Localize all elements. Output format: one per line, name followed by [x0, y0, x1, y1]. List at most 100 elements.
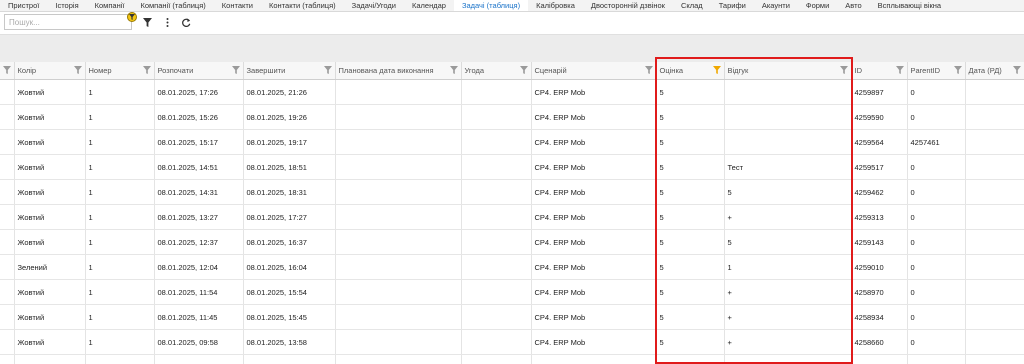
column-filter-icon[interactable] [712, 66, 721, 74]
table-cell [0, 204, 15, 230]
tab-12[interactable]: Тарифи [711, 0, 754, 11]
column-header[interactable]: Завершити [243, 62, 336, 80]
table-cell [965, 304, 1024, 330]
table-cell: 5 [656, 354, 725, 364]
tab-4[interactable]: Контакти [214, 0, 261, 11]
table-cell [0, 229, 15, 255]
tab-bar: Пристрої Історія Компанії Компанії (таблиця… [0, 0, 1024, 12]
table-cell: Жовтий [14, 279, 86, 305]
table-cell: 4259564 [851, 129, 908, 155]
column-header[interactable]: Угода [461, 62, 532, 80]
column-header-label: ID [854, 66, 863, 75]
tab-2[interactable]: Компанії [87, 0, 133, 11]
table-cell: 0 [907, 179, 966, 205]
table-cell: 1 [85, 329, 155, 355]
table-row[interactable]: Зелений 1 08.01.2025, 12:04 08.01.2025, 16:… [0, 254, 1024, 280]
table-cell: 08.01.2025, 18:31 [243, 179, 336, 205]
table-row[interactable]: Жовтий 1 08.01.2025, 15:17 08.01.2025, 19:1… [0, 129, 1024, 155]
column-filter-icon[interactable] [1012, 66, 1021, 74]
table-cell: Тест [724, 154, 852, 180]
refresh-icon[interactable] [180, 16, 192, 28]
table-cell: Жовтий [14, 304, 86, 330]
column-filter-icon[interactable] [73, 66, 82, 74]
tab-13[interactable]: Акаунти [754, 0, 798, 11]
table-cell: CP4. ERP Mob [531, 129, 657, 155]
column-header[interactable]: Сценарій [531, 62, 657, 80]
table-cell: Жовтий [14, 129, 86, 155]
table-row[interactable]: Жовтий 1 08.01.2025, 12:37 08.01.2025, 16:3… [0, 229, 1024, 255]
table-cell: 0 [907, 204, 966, 230]
column-filter-icon[interactable] [519, 66, 528, 74]
column-header[interactable]: Номер [85, 62, 155, 80]
table-cell [335, 304, 462, 330]
column-filter-icon[interactable] [953, 66, 962, 74]
table-cell [461, 254, 532, 280]
column-header[interactable]: Оцінка [656, 62, 725, 80]
table-cell: 5 [656, 329, 725, 355]
tab-9[interactable]: Калібровка [528, 0, 583, 11]
column-header[interactable]: Дата (РД) [965, 62, 1024, 80]
tab-16[interactable]: Всплывающі вікна [870, 0, 949, 11]
column-header-label: Оцінка [659, 66, 684, 75]
table-row[interactable]: Жовтий 1 08.01.2025, 13:27 08.01.2025, 17:2… [0, 204, 1024, 230]
tab-7[interactable]: Календар [404, 0, 454, 11]
table-cell [461, 104, 532, 130]
column-header[interactable]: Планована дата виконання [335, 62, 462, 80]
column-filter-icon[interactable] [231, 66, 240, 74]
column-header[interactable]: ID [851, 62, 908, 80]
column-header[interactable]: Колір [14, 62, 86, 80]
tab-0[interactable]: Пристрої [0, 0, 47, 11]
table-cell [724, 354, 852, 364]
more-vertical-icon[interactable] [161, 16, 173, 28]
table-cell: 1 [85, 204, 155, 230]
table-row[interactable]: Жовтий108.01.2025, 09:4608.01.2025, 13:4… [0, 354, 1024, 364]
tab-3[interactable]: Компанії (таблиця) [132, 0, 213, 11]
tab-14[interactable]: Форми [798, 0, 837, 11]
column-header[interactable]: Відгук [724, 62, 852, 80]
table-cell: 08.01.2025, 16:37 [243, 229, 336, 255]
search-input[interactable] [4, 14, 132, 30]
table-row[interactable]: Жовтий 1 08.01.2025, 09:58 08.01.2025, 13:5… [0, 329, 1024, 355]
table-row[interactable]: Жовтий 1 08.01.2025, 15:26 08.01.2025, 19:2… [0, 104, 1024, 130]
table-cell: 08.01.2025, 19:26 [243, 104, 336, 130]
table-cell [0, 254, 15, 280]
table-cell: 4259517 [851, 154, 908, 180]
table-cell [724, 79, 852, 105]
column-filter-icon[interactable] [449, 66, 458, 74]
table-cell: Жовтий [14, 229, 86, 255]
table-cell: CP4. ERP Mob [531, 254, 657, 280]
column-filter-icon[interactable] [142, 66, 151, 74]
column-filter-icon[interactable] [323, 66, 332, 74]
table-cell [335, 129, 462, 155]
table-cell [0, 354, 15, 364]
tab-1[interactable]: Історія [47, 0, 86, 11]
table-cell [965, 254, 1024, 280]
table-cell [335, 279, 462, 305]
tab-8[interactable]: Задачі (таблиця) [453, 0, 529, 11]
table-row[interactable]: Жовтий 1 08.01.2025, 17:26 08.01.2025, 21:2… [0, 79, 1024, 105]
table-cell [461, 154, 532, 180]
column-header[interactable]: Розпочати [154, 62, 244, 80]
column-header[interactable]: ParentID [907, 62, 966, 80]
column-filter-icon[interactable] [644, 66, 653, 74]
column-header[interactable] [0, 62, 15, 80]
table-row[interactable]: Жовтий 1 08.01.2025, 11:45 08.01.2025, 15:4… [0, 304, 1024, 330]
column-filter-icon[interactable] [2, 66, 11, 74]
tab-5[interactable]: Контакти (таблиця) [261, 0, 344, 11]
column-filter-icon[interactable] [839, 66, 848, 74]
table-cell [965, 154, 1024, 180]
filter-icon[interactable] [141, 16, 153, 28]
table-row[interactable]: Жовтий 1 08.01.2025, 14:51 08.01.2025, 18:5… [0, 154, 1024, 180]
tab-10[interactable]: Двосторонній дзвінок [583, 0, 673, 11]
column-filter-icon[interactable] [895, 66, 904, 74]
table-cell [461, 329, 532, 355]
table-row[interactable]: Жовтий 1 08.01.2025, 14:31 08.01.2025, 18:3… [0, 179, 1024, 205]
table-cell: Жовтий [14, 329, 86, 355]
table-cell [335, 229, 462, 255]
tab-11[interactable]: Склад [673, 0, 711, 11]
table-cell [0, 154, 15, 180]
table-row[interactable]: Жовтий 1 08.01.2025, 11:54 08.01.2025, 15:5… [0, 279, 1024, 305]
tab-15[interactable]: Авто [837, 0, 869, 11]
table-cell: 5 [656, 79, 725, 105]
tab-6[interactable]: Задачі/Угоди [344, 0, 404, 11]
